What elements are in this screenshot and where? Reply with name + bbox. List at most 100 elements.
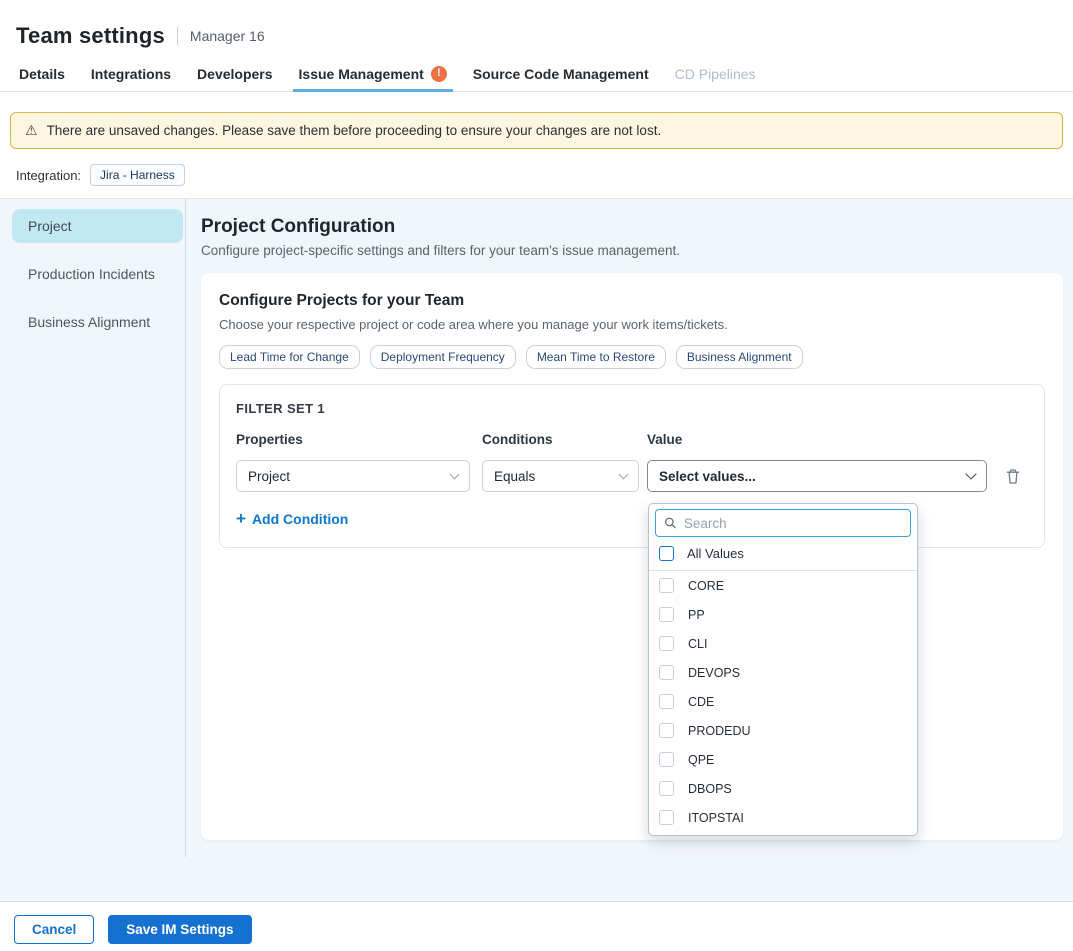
configure-projects-card: Configure Projects for your Team Choose … xyxy=(201,273,1063,840)
option-label: CDE xyxy=(688,695,714,709)
dropdown-option-itopstai[interactable]: ITOPSTAI xyxy=(649,803,917,832)
chevron-down-icon xyxy=(965,468,976,479)
add-condition-label: Add Condition xyxy=(252,511,348,527)
section-subtitle: Configure project-specific settings and … xyxy=(201,243,1063,258)
save-im-settings-button[interactable]: Save IM Settings xyxy=(108,915,251,944)
option-checkbox[interactable] xyxy=(659,723,674,738)
option-checkbox[interactable] xyxy=(659,694,674,709)
select-all-row[interactable]: All Values xyxy=(649,541,917,571)
option-label: PRODEDU xyxy=(688,724,751,738)
tab-bar: Details Integrations Developers Issue Ma… xyxy=(0,56,1073,92)
option-checkbox[interactable] xyxy=(659,752,674,767)
select-all-checkbox[interactable] xyxy=(659,546,674,561)
dropdown-option-prodedu[interactable]: PRODEDU xyxy=(649,716,917,745)
tab-details[interactable]: Details xyxy=(16,56,68,91)
column-header-properties: Properties xyxy=(236,432,470,447)
select-all-label: All Values xyxy=(687,546,744,561)
sidebar-item-production-incidents[interactable]: Production Incidents xyxy=(12,257,183,291)
filter-set-1: FILTER SET 1 Properties Conditions Value… xyxy=(219,384,1045,548)
card-title: Configure Projects for your Team xyxy=(219,292,1045,310)
tab-label: Integrations xyxy=(91,66,171,82)
title-divider xyxy=(177,27,178,45)
dropdown-option-pipe[interactable]: PIPE xyxy=(649,832,917,836)
value-select-placeholder: Select values... xyxy=(659,469,756,484)
chevron-down-icon xyxy=(619,469,629,479)
alert-badge-icon: ! xyxy=(431,66,447,82)
tab-label: Issue Management xyxy=(299,66,424,82)
condition-select-value: Equals xyxy=(494,469,535,484)
page-subtitle: Manager 16 xyxy=(190,28,265,44)
tag-business-alignment[interactable]: Business Alignment xyxy=(676,345,803,369)
sidebar-divider xyxy=(185,199,186,857)
value-select[interactable]: Select values... xyxy=(647,460,987,492)
tab-issue-management[interactable]: Issue Management ! xyxy=(296,56,450,91)
cancel-button[interactable]: Cancel xyxy=(14,915,94,944)
dropdown-search-box[interactable] xyxy=(655,509,911,537)
add-condition-button[interactable]: + Add Condition xyxy=(236,510,348,527)
tab-label: Details xyxy=(19,66,65,82)
tab-cd-pipelines: CD Pipelines xyxy=(672,56,759,91)
filter-condition-row: Project Equals Select values... xyxy=(236,460,1028,492)
footer-actions: Cancel Save IM Settings xyxy=(0,901,1073,951)
integration-chip[interactable]: Jira - Harness xyxy=(90,164,185,186)
settings-sidebar: Project Production Incidents Business Al… xyxy=(0,199,185,901)
option-label: DEVOPS xyxy=(688,666,740,680)
dropdown-option-cli[interactable]: CLI xyxy=(649,629,917,658)
dropdown-option-cde[interactable]: CDE xyxy=(649,687,917,716)
option-checkbox[interactable] xyxy=(659,578,674,593)
page-title: Team settings xyxy=(16,23,165,49)
dropdown-option-dbops[interactable]: DBOPS xyxy=(649,774,917,803)
column-header-conditions: Conditions xyxy=(482,432,639,447)
tab-label: CD Pipelines xyxy=(675,66,756,82)
team-settings-page: Team settings Manager 16 Details Integra… xyxy=(0,0,1073,951)
banner-text: There are unsaved changes. Please save t… xyxy=(47,123,662,138)
option-label: CLI xyxy=(688,637,707,651)
option-checkbox[interactable] xyxy=(659,607,674,622)
search-input[interactable] xyxy=(684,516,902,531)
option-label: ITOPSTAI xyxy=(688,811,744,825)
tab-label: Source Code Management xyxy=(473,66,649,82)
dropdown-option-qpe[interactable]: QPE xyxy=(649,745,917,774)
section-title: Project Configuration xyxy=(201,216,1063,238)
tag-mean-time-to-restore[interactable]: Mean Time to Restore xyxy=(526,345,666,369)
tag-lead-time-for-change[interactable]: Lead Time for Change xyxy=(219,345,360,369)
main-panel: Project Configuration Configure project-… xyxy=(185,199,1073,901)
option-label: CORE xyxy=(688,579,724,593)
metric-tags: Lead Time for Change Deployment Frequenc… xyxy=(219,345,1045,369)
value-select-dropdown: All Values CORE PP xyxy=(648,503,918,836)
dropdown-option-pp[interactable]: PP xyxy=(649,600,917,629)
option-checkbox[interactable] xyxy=(659,781,674,796)
tag-deployment-frequency[interactable]: Deployment Frequency xyxy=(370,345,516,369)
option-label: PP xyxy=(688,608,705,622)
tab-label: Developers xyxy=(197,66,272,82)
delete-condition-button[interactable] xyxy=(1003,466,1023,487)
tab-integrations[interactable]: Integrations xyxy=(88,56,174,91)
option-label: QPE xyxy=(688,753,714,767)
tab-source-code-management[interactable]: Source Code Management xyxy=(470,56,652,91)
search-icon xyxy=(664,516,677,530)
column-header-value: Value xyxy=(647,432,987,447)
content-area: Project Production Incidents Business Al… xyxy=(0,199,1073,901)
option-checkbox[interactable] xyxy=(659,665,674,680)
integration-label: Integration: xyxy=(16,168,81,183)
option-checkbox[interactable] xyxy=(659,810,674,825)
sidebar-item-business-alignment[interactable]: Business Alignment xyxy=(12,305,183,339)
trash-icon xyxy=(1005,468,1021,485)
option-checkbox[interactable] xyxy=(659,636,674,651)
property-select[interactable]: Project xyxy=(236,460,470,492)
plus-icon: + xyxy=(236,510,246,527)
filter-column-headers: Properties Conditions Value xyxy=(236,432,1028,447)
card-description: Choose your respective project or code a… xyxy=(219,317,1045,332)
option-label: DBOPS xyxy=(688,782,732,796)
filter-set-title: FILTER SET 1 xyxy=(236,401,1028,416)
tab-developers[interactable]: Developers xyxy=(194,56,275,91)
dropdown-option-devops[interactable]: DEVOPS xyxy=(649,658,917,687)
warning-icon: ⚠ xyxy=(25,122,38,139)
integration-row: Integration: Jira - Harness xyxy=(0,164,1073,199)
property-select-value: Project xyxy=(248,469,290,484)
page-header: Team settings Manager 16 xyxy=(0,0,1073,56)
unsaved-changes-banner: ⚠ There are unsaved changes. Please save… xyxy=(10,112,1063,149)
dropdown-option-core[interactable]: CORE xyxy=(649,571,917,600)
condition-select[interactable]: Equals xyxy=(482,460,639,492)
sidebar-item-project[interactable]: Project xyxy=(12,209,183,243)
